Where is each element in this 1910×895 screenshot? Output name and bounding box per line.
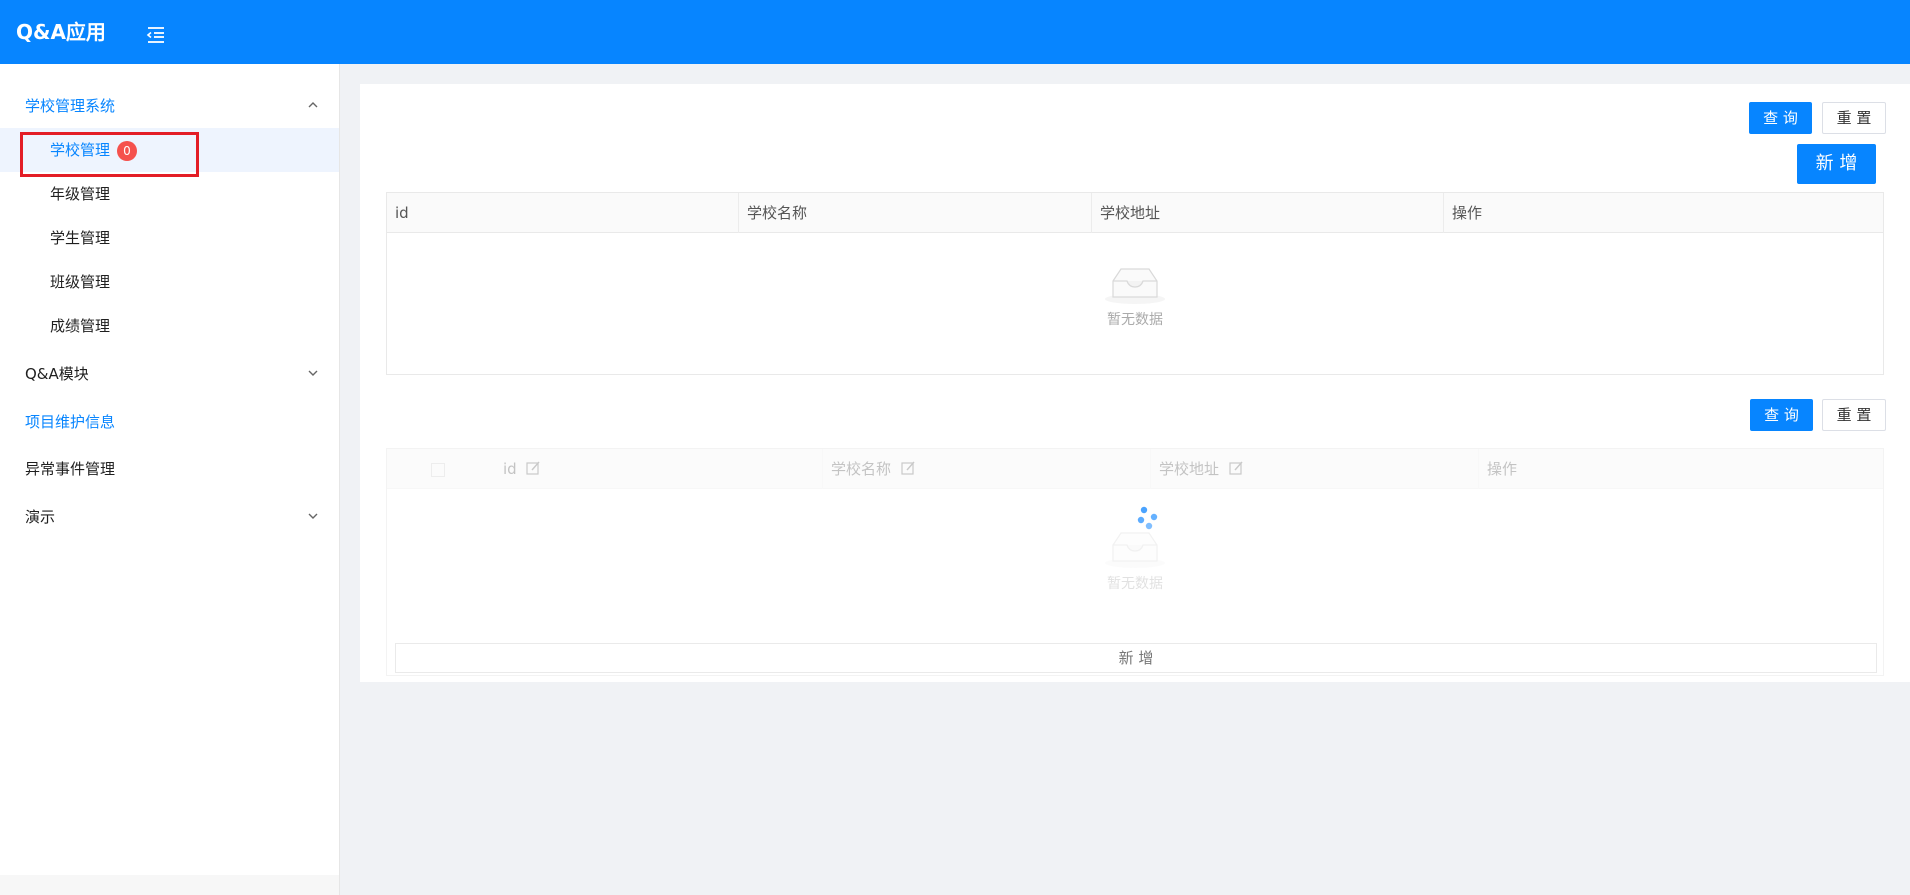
sidebar-item-label: 学校管理 [50, 141, 111, 159]
loading-spinner-icon [1137, 506, 1158, 530]
empty-text: 暂无数据 [1107, 576, 1163, 592]
table-header: id 学校名称 学校地址 操作 [387, 193, 1883, 233]
chevron-up-icon [308, 102, 318, 108]
menu-group-qa-module[interactable]: Q&A模块 [0, 352, 339, 396]
chevron-down-icon [308, 370, 318, 376]
menu-group-label: 学校管理系统 [25, 97, 116, 115]
menu-item-label: 异常事件管理 [25, 460, 116, 478]
sidebar-item-label: 学生管理 [50, 229, 111, 247]
add-row-button[interactable]: 新 增 [395, 643, 1877, 673]
empty-text: 暂无数据 [1107, 312, 1163, 328]
column-header-school-name: 学校名称 [823, 449, 1151, 489]
menu-group-label: Q&A模块 [25, 365, 89, 383]
menu-group-demo[interactable]: 演示 [0, 495, 339, 539]
edit-icon [901, 461, 915, 475]
column-header-select [387, 449, 495, 489]
sidebar-item-label: 班级管理 [50, 273, 111, 291]
menu-item-exception-events[interactable]: 异常事件管理 [0, 447, 339, 491]
edit-icon [1229, 461, 1243, 475]
sidebar-footer [0, 875, 339, 895]
reset-button[interactable]: 重 置 [1822, 102, 1886, 134]
editable-school-table: id 学校名称 学校地址 操作 暂无数据 新 增 [386, 448, 1884, 676]
column-header-school-address: 学校地址 [1151, 449, 1479, 489]
menu-group-school-system[interactable]: 学校管理系统 [0, 84, 339, 128]
sidebar-item-school[interactable]: 学校管理 0 [0, 128, 339, 172]
main-content: 查 询 重 置 新 增 id 学校名称 学校地址 操作 暂无数据 查 询 重 置 [360, 84, 1910, 682]
column-header-actions: 操作 [1487, 460, 1518, 478]
reset-button-2[interactable]: 重 置 [1822, 399, 1886, 431]
menu-item-label: 项目维护信息 [25, 413, 116, 431]
add-button[interactable]: 新 增 [1797, 144, 1876, 184]
chevron-down-icon [308, 513, 318, 519]
menu-fold-icon[interactable] [146, 26, 166, 44]
query-button[interactable]: 查 询 [1749, 102, 1812, 134]
sidebar-item-label: 年级管理 [50, 185, 111, 203]
empty-state: 暂无数据 [387, 527, 1883, 593]
sidebar-item-student[interactable]: 学生管理 [0, 216, 339, 260]
column-header-school-address: 学校地址 [1092, 193, 1444, 233]
sidebar-item-class[interactable]: 班级管理 [0, 260, 339, 304]
sidebar-item-score[interactable]: 成绩管理 [0, 304, 339, 348]
app-title: Q&A应用 [16, 20, 106, 44]
school-table: id 学校名称 学校地址 操作 暂无数据 [386, 192, 1884, 375]
query-button-2[interactable]: 查 询 [1750, 399, 1813, 431]
sidebar: 学校管理系统 学校管理 0 年级管理 学生管理 班级管理 成绩管理 Q&A模块 … [0, 64, 340, 895]
column-header-label: 学校地址 [1159, 460, 1220, 478]
sidebar-item-grade[interactable]: 年级管理 [0, 172, 339, 216]
count-badge: 0 [117, 141, 137, 161]
top-header: Q&A应用 [0, 0, 1910, 64]
table-content-faded: id 学校名称 学校地址 操作 暂无数据 [387, 449, 1883, 675]
column-header-label: id [503, 460, 517, 478]
edit-icon [526, 461, 541, 475]
table-header: id 学校名称 学校地址 操作 [387, 449, 1883, 489]
column-header-school-name: 学校名称 [739, 193, 1092, 233]
column-header-id: id [387, 193, 739, 233]
sidebar-item-label: 成绩管理 [50, 317, 111, 335]
empty-inbox-icon [1105, 268, 1165, 304]
column-header-label: 学校名称 [831, 460, 892, 478]
menu-group-label: 演示 [25, 508, 56, 526]
select-all-checkbox[interactable] [431, 462, 445, 477]
column-header-id: id [495, 449, 823, 489]
empty-state: 暂无数据 [387, 263, 1883, 329]
column-header-actions: 操作 [1452, 204, 1483, 222]
menu-item-project-info[interactable]: 项目维护信息 [0, 400, 339, 444]
